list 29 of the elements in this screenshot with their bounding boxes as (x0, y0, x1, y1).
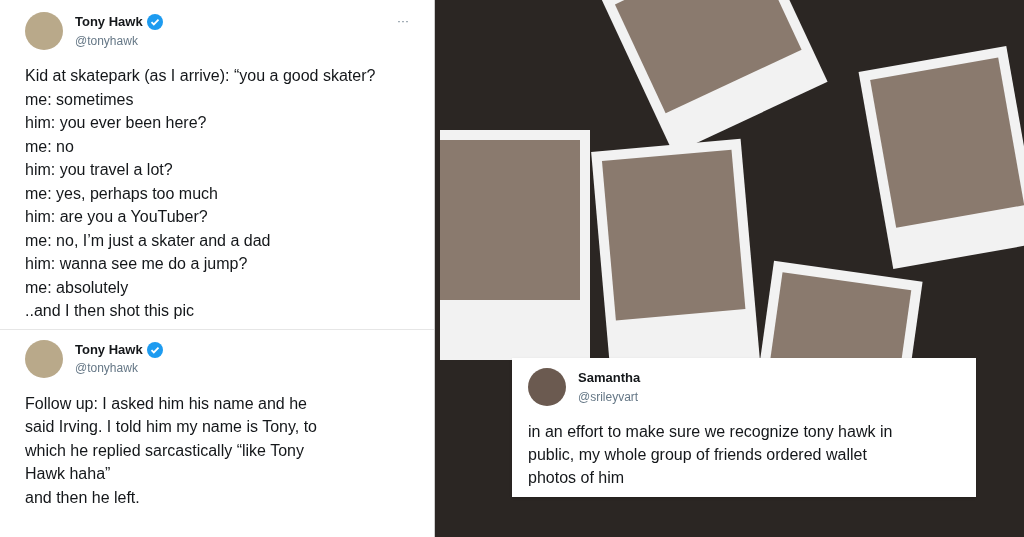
tweet-text-line: me: yes, perhaps too much (25, 183, 219, 204)
tweet-text-line: Kid at skatepark (as I arrive): “you a good skater? (25, 66, 377, 86)
verified-badge-icon (146, 341, 163, 358)
tweet-text-line: him: are you a YouTuber? (25, 207, 209, 227)
tweet-text-line: him: you travel a lot? (25, 160, 174, 180)
verified-badge-icon (146, 14, 163, 30)
tweet-text-line: and then he left. (25, 487, 141, 508)
tweet-text-line: which he replied sarcastically “like Tony (25, 440, 305, 461)
tweet-text-line: public, my whole group of friends ordered wallet (528, 445, 868, 465)
user-handle: @tonyhawk (75, 360, 139, 378)
user-name: Tony Hawk (75, 13, 143, 32)
tweet-text-line: him: wanna see me do a jump? (25, 254, 249, 274)
tweet-text-line: me: no (25, 136, 75, 157)
tweet-text-line: Follow up: I asked him his name and he (25, 393, 308, 414)
tweet-text-line: photos of him (528, 468, 626, 488)
tweet-text-line: him: you ever been here? (25, 113, 208, 133)
tweet-text-line: said Irving. I told him my name is Tony, to (25, 417, 318, 437)
user-handle: @srileyvart (578, 388, 640, 406)
user-name: Samantha (578, 369, 641, 388)
avatar[interactable] (528, 368, 566, 406)
tweet-text-line: ..and I then shot this pic (25, 301, 195, 321)
tweet-text-line: me: no, I’m just a skater and a dad (25, 230, 272, 251)
user-handle: @tonyhawk (75, 32, 139, 50)
tweet-text-line: in an effort to make sure we recognize tony hawk in (528, 422, 894, 442)
user-name: Tony Hawk (75, 340, 143, 359)
tweet-text-line: Hawk haha” (25, 464, 112, 484)
tweet-text-line: me: absolutely (25, 277, 130, 298)
more-options-button[interactable]: ··· (397, 12, 409, 30)
tweet-text-line: me: sometimes (25, 89, 135, 110)
